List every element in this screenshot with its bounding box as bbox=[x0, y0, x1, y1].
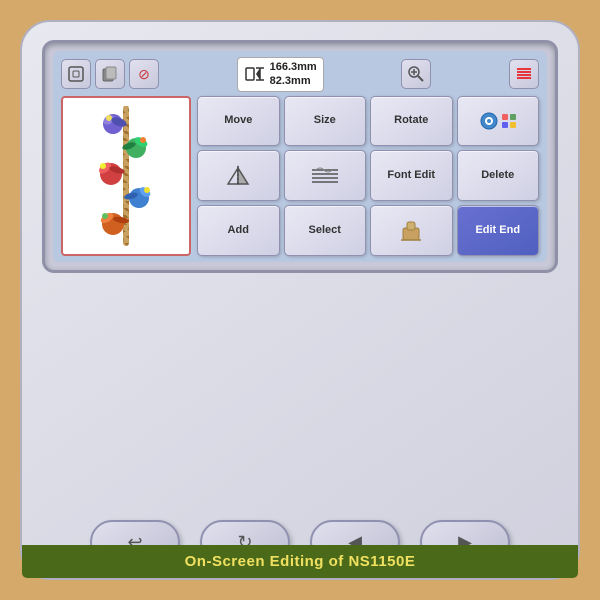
buttons-grid: Move Size Rotate bbox=[197, 96, 539, 256]
embroidery-preview bbox=[61, 96, 191, 256]
height-value: 82.3mm bbox=[270, 74, 317, 88]
zoom-icon-btn[interactable] bbox=[401, 59, 431, 89]
width-value: 166.3mm bbox=[270, 60, 317, 74]
stitch-density-icon bbox=[310, 164, 340, 188]
design-svg bbox=[81, 106, 171, 246]
move-button[interactable]: Move bbox=[197, 96, 280, 147]
machine-body: ⊘ 166.3mm 82.3mm bbox=[20, 20, 580, 580]
select-button[interactable]: Select bbox=[284, 205, 367, 256]
copy-icon-btn[interactable] bbox=[95, 59, 125, 89]
frame-icon-btn[interactable] bbox=[61, 59, 91, 89]
stitch-count-icon-btn[interactable] bbox=[509, 59, 539, 89]
thread-color-button[interactable] bbox=[457, 96, 540, 147]
bottom-label: On-Screen Editing of NS1150E bbox=[22, 545, 578, 578]
font-edit-button[interactable]: Font Edit bbox=[370, 150, 453, 201]
stamp-icon bbox=[399, 218, 423, 242]
screen-inner: ⊘ 166.3mm 82.3mm bbox=[53, 51, 547, 262]
screen-container: ⊘ 166.3mm 82.3mm bbox=[42, 40, 558, 273]
grid-icon bbox=[501, 113, 517, 129]
mirror-button[interactable] bbox=[197, 150, 280, 201]
no-entry-icon-btn[interactable]: ⊘ bbox=[129, 59, 159, 89]
size-button[interactable]: Size bbox=[284, 96, 367, 147]
rotate-button[interactable]: Rotate bbox=[370, 96, 453, 147]
add-button[interactable]: Add bbox=[197, 205, 280, 256]
dimensions-icon bbox=[244, 63, 266, 85]
dimensions-text: 166.3mm 82.3mm bbox=[270, 60, 317, 89]
embroidery-design bbox=[81, 106, 171, 246]
edit-end-button[interactable]: Edit End bbox=[457, 205, 540, 256]
main-content: Move Size Rotate bbox=[61, 96, 539, 256]
delete-button[interactable]: Delete bbox=[457, 150, 540, 201]
stitch-density-button[interactable] bbox=[284, 150, 367, 201]
stamp-button[interactable] bbox=[370, 205, 453, 256]
mirror-icon bbox=[224, 164, 252, 188]
thread-color-icon bbox=[479, 111, 499, 131]
dimensions-box: 166.3mm 82.3mm bbox=[237, 57, 324, 92]
top-bar-left: ⊘ bbox=[61, 59, 159, 89]
top-bar: ⊘ 166.3mm 82.3mm bbox=[61, 57, 539, 92]
